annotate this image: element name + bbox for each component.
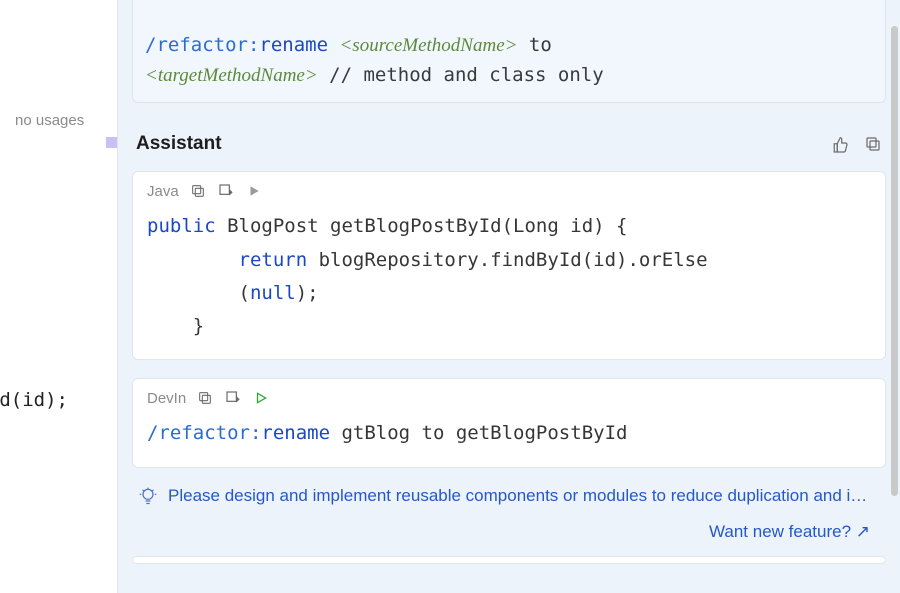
chat-input[interactable]	[132, 556, 886, 564]
app-root: ); no usages ById(id); /refactor:rename …	[0, 0, 900, 593]
run-icon[interactable]	[252, 389, 270, 407]
insert-code-icon[interactable]	[224, 389, 242, 407]
assistant-title: Assistant	[136, 133, 222, 155]
want-new-feature-link[interactable]: Want new feature? ↗	[709, 522, 870, 541]
lang-label-java: Java	[147, 183, 179, 200]
panel-scrollbar[interactable]	[891, 26, 898, 496]
editor-gutter: ); no usages ById(id);	[0, 0, 117, 593]
no-usages-hint[interactable]: no usages	[15, 112, 84, 129]
card-header-devin: DevIn	[133, 379, 885, 413]
to-text: to	[517, 34, 563, 56]
thumbs-up-icon[interactable]	[832, 135, 850, 153]
command-snippet-card: /refactor:rename <sourceMethodName> to <…	[132, 0, 886, 103]
copy-code-icon[interactable]	[196, 389, 214, 407]
refactor-command: /refactor:rename	[145, 34, 328, 56]
footer-link-row: Want new feature? ↗	[132, 522, 886, 542]
suggestion-text: Please design and implement reusable com…	[168, 486, 867, 506]
insert-code-icon[interactable]	[217, 182, 235, 200]
assistant-header: Assistant	[136, 133, 882, 155]
card-header-java: Java	[133, 172, 885, 206]
lightbulb-icon	[138, 486, 158, 506]
devin-code-body[interactable]: /refactor:rename gtBlog to getBlogPostBy…	[133, 413, 885, 466]
suggestion-row[interactable]: Please design and implement reusable com…	[132, 486, 886, 506]
assistant-actions	[832, 135, 882, 153]
copy-icon[interactable]	[864, 135, 882, 153]
arg-source-method: <sourceMethodName>	[339, 35, 517, 56]
code-card-java: Java public BlogPost getBlogPostById(Lon…	[132, 171, 886, 360]
java-code-body[interactable]: public BlogPost getBlogPostById(Long id)…	[133, 206, 885, 359]
lang-label-devin: DevIn	[147, 390, 186, 407]
gutter-change-marker	[106, 137, 117, 148]
run-icon[interactable]	[245, 182, 263, 200]
code-fragment-line: ById(id);	[0, 389, 68, 411]
assistant-panel: /refactor:rename <sourceMethodName> to <…	[117, 0, 900, 593]
code-card-devin: DevIn /refactor:rename gtBlog to getBlog…	[132, 378, 886, 467]
trailing-comment: // method and class only	[318, 64, 604, 86]
arg-target-method: <targetMethodName>	[145, 65, 318, 86]
copy-code-icon[interactable]	[189, 182, 207, 200]
